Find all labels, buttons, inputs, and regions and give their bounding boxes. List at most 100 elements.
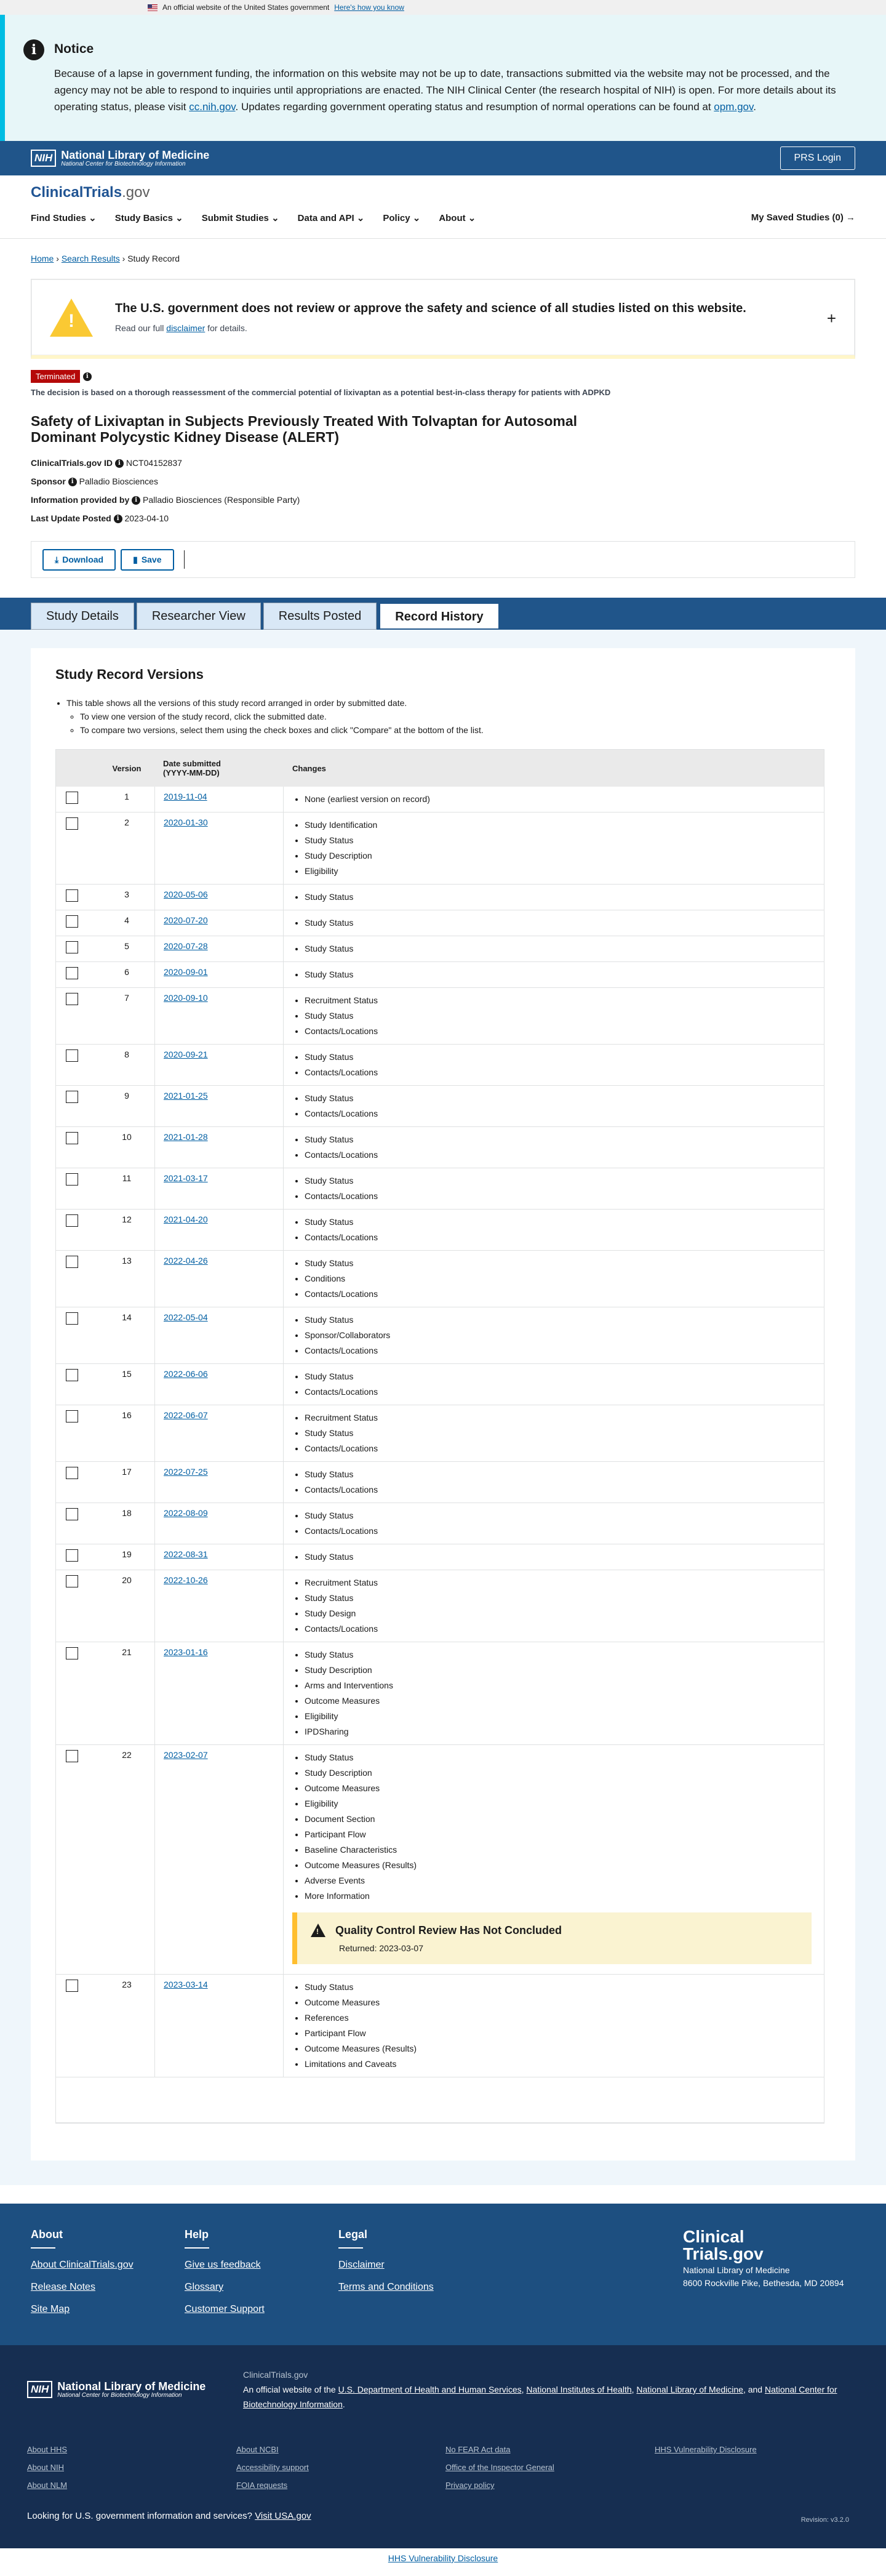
gov-link[interactable]: About NIH — [27, 2463, 236, 2472]
expand-plus-icon[interactable]: + — [827, 309, 836, 328]
gov-link[interactable]: About HHS — [27, 2445, 236, 2454]
version-checkbox[interactable] — [66, 967, 78, 979]
gov-link[interactable]: FOIA requests — [236, 2481, 445, 2490]
nih-link[interactable]: National Institutes of Health — [526, 2385, 631, 2394]
version-checkbox[interactable] — [66, 817, 78, 830]
breadcrumb-search-results[interactable]: Search Results — [62, 254, 120, 263]
version-number: 23 — [122, 1980, 132, 1989]
version-checkbox[interactable] — [66, 1549, 78, 1562]
tab-study-details[interactable]: Study Details — [31, 603, 134, 630]
footer-link[interactable]: Terms and Conditions — [338, 2282, 492, 2293]
nav-about[interactable]: About ⌄ — [439, 212, 476, 223]
version-checkbox[interactable] — [66, 1173, 78, 1186]
nlm-logo[interactable]: NIH National Library of Medicine National… — [31, 150, 209, 167]
version-checkbox[interactable] — [66, 993, 78, 1005]
version-checkbox[interactable] — [66, 1410, 78, 1422]
info-icon[interactable]: i — [132, 496, 141, 505]
version-date-link[interactable]: 2023-01-16 — [164, 1647, 208, 1657]
footer-link[interactable]: Give us feedback — [185, 2260, 338, 2271]
gov-link[interactable]: About NLM — [27, 2481, 236, 2490]
version-date-link[interactable]: 2020-07-28 — [164, 941, 208, 951]
my-saved-studies-link[interactable]: My Saved Studies (0) → — [751, 212, 855, 223]
download-button[interactable]: ⤓ Download — [42, 548, 116, 571]
version-checkbox[interactable] — [66, 1508, 78, 1520]
cc-nih-link[interactable]: cc.nih.gov — [189, 101, 235, 113]
version-date-link[interactable]: 2022-06-07 — [164, 1410, 208, 1420]
gov-link[interactable]: Accessibility support — [236, 2463, 445, 2472]
version-date-link[interactable]: 2023-03-14 — [164, 1980, 208, 1989]
version-checkbox[interactable] — [66, 1467, 78, 1479]
save-button[interactable]: ▮ Save — [121, 548, 174, 571]
info-icon[interactable]: i — [82, 372, 92, 381]
version-date-link[interactable]: 2022-04-26 — [164, 1256, 208, 1266]
version-checkbox[interactable] — [66, 1575, 78, 1587]
version-date-link[interactable]: 2023-02-07 — [164, 1750, 208, 1760]
footer-link[interactable]: Customer Support — [185, 2304, 338, 2315]
version-date-link[interactable]: 2021-03-17 — [164, 1173, 208, 1183]
version-checkbox[interactable] — [66, 1312, 78, 1325]
nav-study-basics[interactable]: Study Basics ⌄ — [115, 212, 183, 223]
tab-record-history[interactable]: Record History — [379, 601, 500, 630]
version-checkbox[interactable] — [66, 889, 78, 902]
footer-link[interactable]: About ClinicalTrials.gov — [31, 2260, 185, 2271]
nlm-link[interactable]: National Library of Medicine — [636, 2385, 743, 2394]
version-date-link[interactable]: 2022-08-09 — [164, 1508, 208, 1518]
gov-link[interactable]: HHS Vulnerability Disclosure — [655, 2445, 864, 2454]
version-date-link[interactable]: 2020-07-20 — [164, 915, 208, 925]
version-date-link[interactable]: 2022-06-06 — [164, 1369, 208, 1379]
version-checkbox[interactable] — [66, 1256, 78, 1268]
footer-link[interactable]: Disclaimer — [338, 2260, 492, 2271]
version-date-link[interactable]: 2020-05-06 — [164, 889, 208, 899]
version-checkbox[interactable] — [66, 915, 78, 928]
usa-gov-link[interactable]: Visit USA.gov — [255, 2511, 311, 2521]
version-date-link[interactable]: 2022-05-04 — [164, 1312, 208, 1322]
nav-data-api[interactable]: Data and API ⌄ — [298, 212, 365, 223]
version-checkbox[interactable] — [66, 1647, 78, 1659]
footer-link[interactable]: Glossary — [185, 2282, 338, 2293]
clinicaltrials-logo[interactable]: ClinicalTrials.gov — [31, 184, 855, 201]
version-date-link[interactable]: 2022-08-31 — [164, 1549, 208, 1559]
version-date-link[interactable]: 2020-09-01 — [164, 967, 208, 977]
hhs-vulnerability-link[interactable]: HHS Vulnerability Disclosure — [388, 2553, 498, 2563]
version-date-link[interactable]: 2020-09-10 — [164, 993, 208, 1003]
version-date-link[interactable]: 2021-01-25 — [164, 1091, 208, 1101]
info-icon[interactable]: i — [113, 515, 122, 524]
version-checkbox[interactable] — [66, 1091, 78, 1103]
version-checkbox[interactable] — [66, 792, 78, 804]
version-date-link[interactable]: 2021-01-28 — [164, 1132, 208, 1142]
heres-how-you-know-link[interactable]: Here's how you know — [334, 3, 404, 12]
version-checkbox[interactable] — [66, 1369, 78, 1381]
footer-link[interactable]: Site Map — [31, 2304, 185, 2315]
info-icon[interactable]: i — [114, 459, 124, 468]
version-date-link[interactable]: 2020-01-30 — [164, 817, 208, 827]
version-checkbox[interactable] — [66, 1214, 78, 1227]
version-date-link[interactable]: 2020-09-21 — [164, 1049, 208, 1059]
nav-find-studies[interactable]: Find Studies ⌄ — [31, 212, 97, 223]
version-checkbox[interactable] — [66, 941, 78, 953]
version-date-link[interactable]: 2022-07-25 — [164, 1467, 208, 1477]
prs-login-button[interactable]: PRS Login — [780, 146, 855, 170]
hhs-link[interactable]: U.S. Department of Health and Human Serv… — [338, 2385, 522, 2394]
gov-link[interactable]: Privacy policy — [445, 2481, 655, 2490]
nlm-footer-logo[interactable]: NIH National Library of Medicine National… — [27, 2367, 206, 2412]
version-checkbox[interactable] — [66, 1132, 78, 1144]
gov-link[interactable]: About NCBI — [236, 2445, 445, 2454]
gov-link[interactable]: Office of the Inspector General — [445, 2463, 655, 2472]
nav-submit-studies[interactable]: Submit Studies ⌄ — [202, 212, 279, 223]
opm-link[interactable]: opm.gov — [714, 101, 753, 113]
version-checkbox[interactable] — [66, 1750, 78, 1762]
version-checkbox[interactable] — [66, 1049, 78, 1062]
breadcrumb-home[interactable]: Home — [31, 254, 54, 263]
footer-link[interactable]: Release Notes — [31, 2282, 185, 2293]
version-date-link[interactable]: 2019-11-04 — [164, 792, 207, 801]
tab-researcher-view[interactable]: Researcher View — [136, 603, 261, 630]
version-date-link[interactable]: 2022-10-26 — [164, 1575, 208, 1585]
disclaimer-link[interactable]: disclaimer — [166, 323, 205, 333]
nlm-subtitle: National Center for Biotechnology Inform… — [61, 160, 186, 167]
nav-policy[interactable]: Policy ⌄ — [383, 212, 420, 223]
gov-link[interactable]: No FEAR Act data — [445, 2445, 655, 2454]
version-checkbox[interactable] — [66, 1980, 78, 1992]
version-date-link[interactable]: 2021-04-20 — [164, 1214, 208, 1224]
tab-results-posted[interactable]: Results Posted — [263, 603, 377, 630]
info-icon[interactable]: i — [68, 478, 77, 487]
